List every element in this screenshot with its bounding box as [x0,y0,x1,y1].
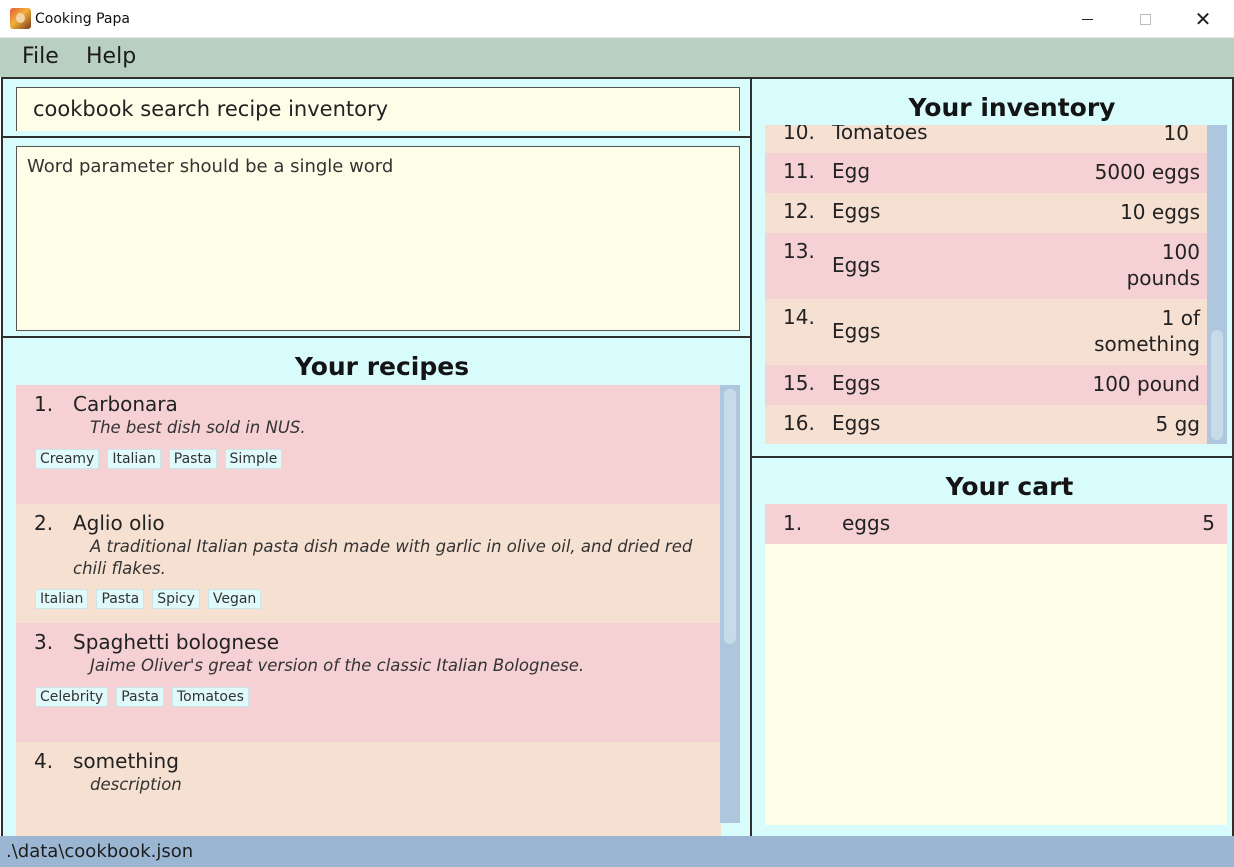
inventory-item-qty: 10 [1163,125,1189,145]
inventory-item[interactable]: 14. Eggs 1 of something [765,299,1207,365]
recipe-tag: Celebrity [35,687,109,707]
inventory-item-qty-line: pounds [1126,266,1200,290]
minimize-button[interactable] [1058,0,1116,38]
cart-item-qty: 5 [1202,511,1215,535]
close-button[interactable]: ✕ [1174,0,1232,38]
maximize-button[interactable] [1116,0,1174,38]
status-file-path: .\data\cookbook.json [6,841,194,862]
inventory-item-qty-line: 100 [1161,240,1200,264]
result-panel: Word parameter should be a single word [1,136,752,338]
recipe-description: Jaime Oliver's great version of the clas… [90,656,585,675]
status-bar: .\data\cookbook.json [0,836,1234,867]
inventory-item-index: 13. [783,239,815,263]
recipe-tag: Creamy [35,449,100,469]
recipe-tag: Pasta [168,449,217,469]
recipe-description: description [90,775,182,794]
recipe-tags: Italian Pasta Spicy Vegan [35,589,262,609]
recipe-name: Carbonara [73,392,178,416]
inventory-item-name: Eggs [832,319,881,343]
command-input[interactable]: cookbook search recipe inventory [16,87,740,131]
menu-bar: File Help [0,38,1234,77]
recipes-panel: Your recipes 1. Carbonara The best dish … [1,336,752,837]
recipes-heading: Your recipes [294,352,470,381]
recipe-tag: Pasta [116,687,164,707]
recipe-tags: Celebrity Pasta Tomatoes [35,687,249,707]
recipe-tag: Italian [107,449,161,469]
inventory-item-index: 15. [783,371,815,395]
recipe-tags: Creamy Italian Pasta Simple [35,449,283,469]
recipe-card[interactable]: 3. Spaghetti bolognese Jaime Oliver's gr… [16,623,721,742]
command-input-value: cookbook search recipe inventory [33,97,389,121]
cart-item-index: 1. [783,511,803,535]
inventory-item-qty: 10 eggs [1120,200,1200,224]
recipe-card[interactable]: 4. something description [16,742,721,837]
inventory-item-name: Eggs [832,253,881,277]
recipe-description: A traditional Italian pasta dish made wi… [73,537,693,578]
cart-list[interactable]: 1. eggs 5 [765,504,1227,825]
minimize-icon [1081,18,1093,20]
cart-item-name: eggs [842,511,891,535]
app-icon [10,8,31,29]
inventory-item[interactable]: 11. Egg 5000 eggs [765,153,1207,193]
recipe-index: 3. [34,630,54,654]
recipes-scroll-thumb[interactable] [724,389,736,644]
menu-help[interactable]: Help [86,44,136,69]
inventory-item-index: 16. [783,411,815,435]
recipe-name: Aglio olio [73,511,165,535]
inventory-item-qty-line: 1 of [1161,306,1200,330]
result-display[interactable]: Word parameter should be a single word [16,146,740,331]
recipe-index: 4. [34,749,54,773]
inventory-item-index: 12. [783,199,815,223]
inventory-item[interactable]: 12. Eggs 10 eggs [765,193,1207,233]
inventory-item-index: 14. [783,305,815,329]
maximize-icon [1139,13,1151,25]
recipe-card[interactable]: 1. Carbonara The best dish sold in NUS. … [16,385,721,504]
inventory-list[interactable]: 10. Tomatoes 10 11. Egg 5000 eggs 12. Eg… [765,125,1207,444]
inventory-panel: Your inventory 10. Tomatoes 10 11. Egg 5… [750,77,1234,458]
inventory-item[interactable]: 13. Eggs 100 pounds [765,233,1207,299]
cart-item[interactable]: 1. eggs 5 [765,504,1227,544]
recipes-scrollbar[interactable] [720,385,740,823]
cart-panel: Your cart 1. eggs 5 [750,456,1234,836]
recipes-list[interactable]: 1. Carbonara The best dish sold in NUS. … [16,385,721,837]
recipe-description: The best dish sold in NUS. [90,418,306,437]
recipe-name: Spaghetti bolognese [73,630,280,654]
close-icon: ✕ [1194,7,1212,31]
inventory-item-name: Tomatoes [832,125,928,144]
inventory-item-qty: 100 pounds [1127,239,1200,291]
window-title: Cooking Papa [35,11,130,27]
inventory-item-qty-line: something [1094,332,1200,356]
inventory-item-name: Eggs [832,371,881,395]
recipe-tag: Vegan [207,589,262,609]
inventory-item[interactable]: 10. Tomatoes 10 [765,125,1207,153]
inventory-item-name: Eggs [832,199,881,223]
inventory-scrollbar[interactable] [1207,125,1227,444]
recipe-tag: Pasta [96,589,145,609]
inventory-item-index: 10. [783,125,815,144]
inventory-item-qty: 5000 eggs [1094,160,1200,184]
inventory-item[interactable]: 15. Eggs 100 pound [765,365,1207,405]
recipe-tag: Tomatoes [171,687,249,707]
recipe-tag: Spicy [152,589,200,609]
result-message: Word parameter should be a single word [27,156,394,177]
inventory-item-qty: 1 of something [1094,305,1200,357]
inventory-item-qty: 100 pound [1092,372,1200,396]
inventory-item-name: Eggs [832,411,881,435]
recipe-name: something [73,749,179,773]
inventory-scroll-thumb[interactable] [1211,330,1223,440]
cart-heading: Your cart [945,472,1074,501]
inventory-item-index: 11. [783,159,815,183]
recipe-index: 1. [34,392,54,416]
inventory-item-qty: 5 gg [1155,412,1200,436]
command-panel: cookbook search recipe inventory [1,77,752,138]
recipe-tag: Simple [224,449,283,469]
recipe-tag: Italian [35,589,89,609]
menu-file[interactable]: File [22,44,59,69]
recipe-card[interactable]: 2. Aglio olio A traditional Italian past… [16,504,721,623]
recipe-index: 2. [34,511,54,535]
inventory-heading: Your inventory [908,93,1116,122]
inventory-item-name: Egg [832,159,871,183]
inventory-item[interactable]: 16. Eggs 5 gg [765,405,1207,444]
title-bar: Cooking Papa ✕ [0,0,1234,38]
